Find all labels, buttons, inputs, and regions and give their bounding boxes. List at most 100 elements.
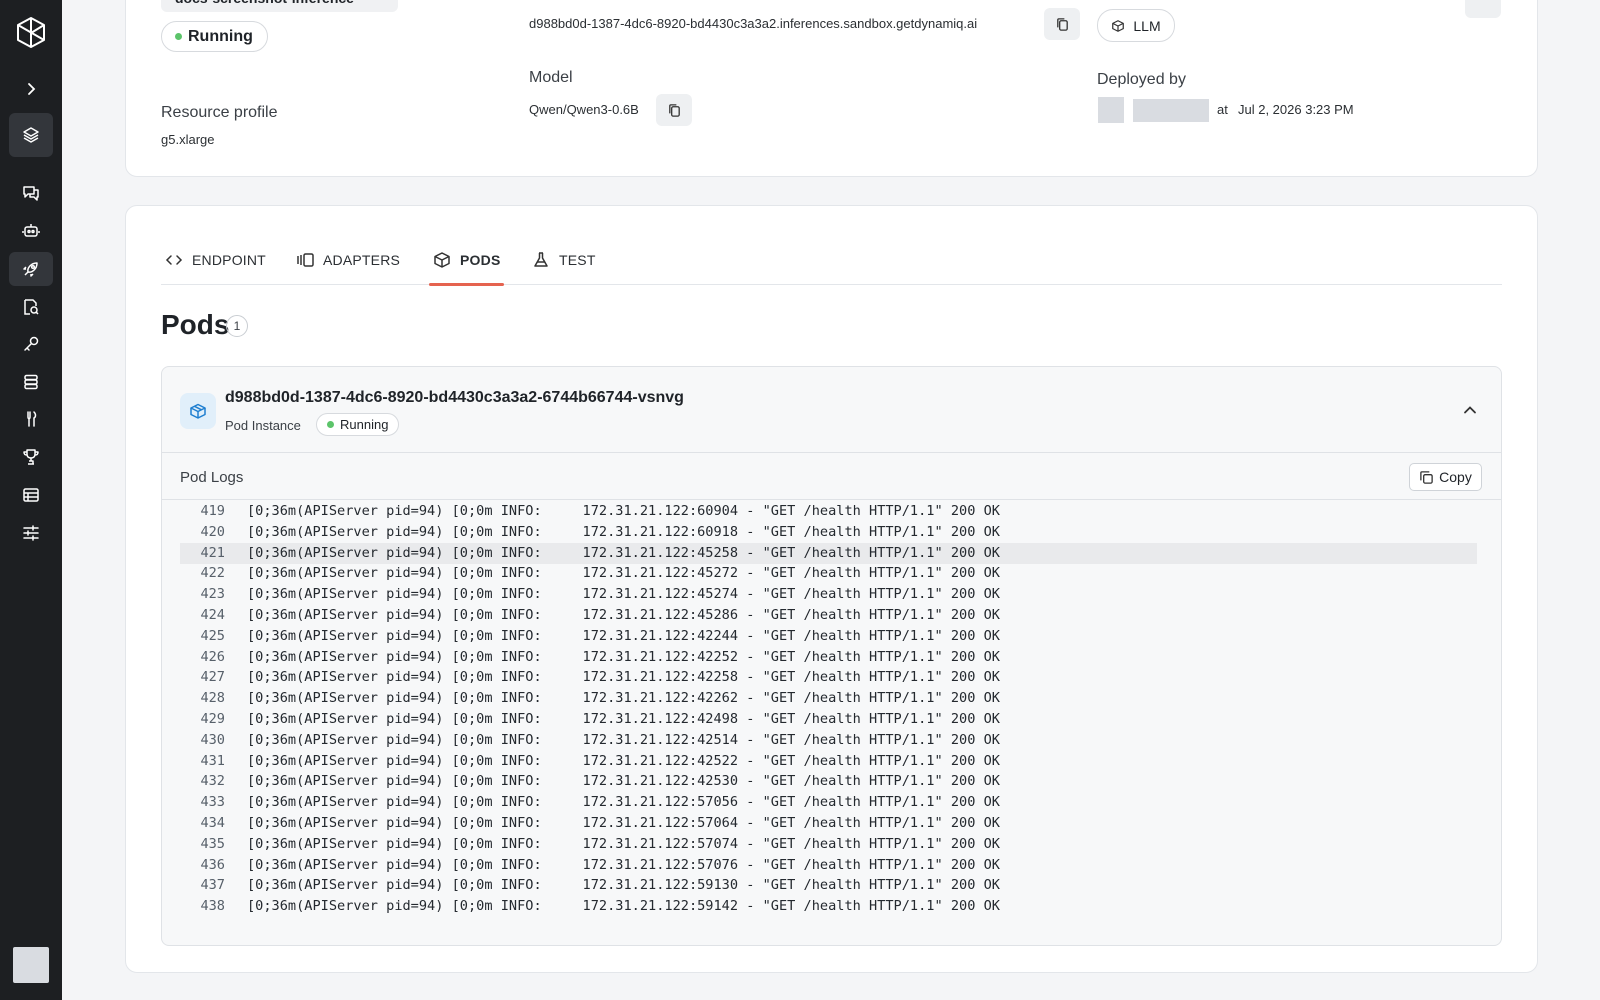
collapse-pod-button[interactable] xyxy=(1458,398,1482,422)
document-search-icon[interactable] xyxy=(9,290,53,324)
log-line-text: [0;36m(APIServer pid=94) [0;0m INFO: 172… xyxy=(247,503,1000,519)
log-line: 434 [0;36m(APIServer pid=94) [0;0m INFO: … xyxy=(180,813,1477,834)
log-line: 438 [0;36m(APIServer pid=94) [0;0m INFO: … xyxy=(180,896,1477,917)
log-line-number: 426 xyxy=(200,648,225,665)
log-line-text: [0;36m(APIServer pid=94) [0;0m INFO: 172… xyxy=(247,794,1000,811)
log-line-text: [0;36m(APIServer pid=94) [0;0m INFO: 172… xyxy=(247,773,1000,790)
model-type-label: LLM xyxy=(1133,17,1161,34)
copy-icon xyxy=(1056,17,1068,31)
pod-instance-icon xyxy=(180,393,216,429)
delete-button[interactable] xyxy=(1465,0,1501,18)
log-line-number: 430 xyxy=(200,731,225,748)
log-line-text: [0;36m(APIServer pid=94) [0;0m INFO: 172… xyxy=(247,648,1000,665)
log-line-text: [0;36m(APIServer pid=94) [0;0m INFO: 172… xyxy=(247,627,1000,644)
log-line: 433 [0;36m(APIServer pid=94) [0;0m INFO: … xyxy=(180,792,1477,813)
bot-icon[interactable] xyxy=(9,214,53,248)
log-line-number: 424 xyxy=(200,607,225,623)
copy-icon xyxy=(668,103,680,117)
model-value: Qwen/Qwen3-0.6B xyxy=(529,102,639,117)
log-line: 431 [0;36m(APIServer pid=94) [0;0m INFO: … xyxy=(180,751,1477,772)
log-line-number: 425 xyxy=(200,627,225,644)
tab-endpoint-label: ENDPOINT xyxy=(192,251,266,268)
copy-logs-button[interactable]: Copy xyxy=(1409,463,1482,491)
log-line-text: [0;36m(APIServer pid=94) [0;0m INFO: 172… xyxy=(247,898,1000,915)
log-line-text: [0;36m(APIServer pid=94) [0;0m INFO: 172… xyxy=(247,835,1000,852)
pod-subtitle: Pod Instance xyxy=(225,418,301,433)
chat-icon[interactable] xyxy=(9,176,53,210)
log-line: 424 [0;36m(APIServer pid=94) [0;0m INFO: … xyxy=(180,605,1477,626)
log-line: 432 [0;36m(APIServer pid=94) [0;0m INFO: … xyxy=(180,771,1477,792)
copy-model-button[interactable] xyxy=(656,94,692,126)
tab-adapters-label: ADAPTERS xyxy=(323,251,401,268)
status-badge: Running xyxy=(161,21,268,52)
trophy-icon[interactable] xyxy=(9,440,53,474)
deployed-at-value: Jul 2, 2026 3:23 PM xyxy=(1238,102,1354,117)
log-line: 419 [0;36m(APIServer pid=94) [0;0m INFO: … xyxy=(180,501,1477,522)
key-icon[interactable] xyxy=(9,327,53,361)
log-line: 423 [0;36m(APIServer pid=94) [0;0m INFO: … xyxy=(180,584,1477,605)
log-line: 430 [0;36m(APIServer pid=94) [0;0m INFO: … xyxy=(180,730,1477,751)
redacted-user-name xyxy=(1133,99,1209,122)
status-dot-icon xyxy=(175,33,182,40)
log-line-text: [0;36m(APIServer pid=94) [0;0m INFO: 172… xyxy=(247,690,1000,707)
pod-logs-title: Pod Logs xyxy=(180,469,244,486)
tab-test-label: TEST xyxy=(559,251,596,268)
pod-card: d988bd0d-1387-4dc6-8920-bd4430c3a3a2-674… xyxy=(161,366,1502,946)
log-line: 420 [0;36m(APIServer pid=94) [0;0m INFO: … xyxy=(180,522,1477,543)
log-line-text: [0;36m(APIServer pid=94) [0;0m INFO: 172… xyxy=(247,544,1000,561)
model-type-badge: LLM xyxy=(1097,9,1175,42)
sliders-icon[interactable] xyxy=(9,516,53,550)
pod-status-label: Running xyxy=(340,417,389,432)
log-line-number: 438 xyxy=(200,898,225,915)
log-line-text: [0;36m(APIServer pid=94) [0;0m INFO: 172… xyxy=(247,607,1000,623)
log-line-text: [0;36m(APIServer pid=94) [0;0m INFO: 172… xyxy=(247,731,1000,748)
log-line-number: 431 xyxy=(200,752,225,769)
tools-icon[interactable] xyxy=(9,402,53,436)
user-avatar[interactable] xyxy=(13,947,49,983)
tab-test[interactable]: TEST xyxy=(532,240,596,285)
log-line: 429 [0;36m(APIServer pid=94) [0;0m INFO: … xyxy=(180,709,1477,730)
chevron-right-icon[interactable] xyxy=(9,72,53,106)
log-line-number: 434 xyxy=(200,815,225,831)
copy-icon xyxy=(1420,470,1433,484)
model-label: Model xyxy=(529,69,573,86)
layers-icon[interactable] xyxy=(9,113,53,157)
pod-logs-viewer[interactable]: 419 [0;36m(APIServer pid=94) [0;0m INFO: … xyxy=(162,501,1501,945)
avatar xyxy=(1098,97,1124,123)
cube-icon xyxy=(434,251,450,268)
tab-adapters[interactable]: ADAPTERS xyxy=(296,240,400,285)
copy-logs-label: Copy xyxy=(1439,469,1472,485)
log-line-text: [0;36m(APIServer pid=94) [0;0m INFO: 172… xyxy=(247,565,1000,582)
tab-endpoint[interactable]: ENDPOINT xyxy=(165,240,266,285)
log-line: 435 [0;36m(APIServer pid=94) [0;0m INFO: … xyxy=(180,834,1477,855)
resource-profile-label: Resource profile xyxy=(161,104,278,121)
pod-logs-header: Pod Logs Copy xyxy=(162,453,1501,500)
log-line-text: [0;36m(APIServer pid=94) [0;0m INFO: 172… xyxy=(247,711,1000,727)
flask-icon xyxy=(534,251,548,267)
log-line: 436 [0;36m(APIServer pid=94) [0;0m INFO: … xyxy=(180,855,1477,876)
code-icon xyxy=(165,254,183,265)
log-line-text: [0;36m(APIServer pid=94) [0;0m INFO: 172… xyxy=(247,856,1000,873)
log-line-number: 435 xyxy=(200,835,225,852)
pod-header[interactable]: d988bd0d-1387-4dc6-8920-bd4430c3a3a2-674… xyxy=(162,367,1501,453)
log-line: 427 [0;36m(APIServer pid=94) [0;0m INFO: … xyxy=(180,667,1477,688)
pods-count-badge: 1 xyxy=(226,315,248,337)
log-line-number: 422 xyxy=(200,565,225,582)
database-icon[interactable] xyxy=(9,365,53,399)
dynamiq-logo-icon[interactable] xyxy=(14,15,48,49)
copy-endpoint-button[interactable] xyxy=(1044,8,1080,40)
tab-pods[interactable]: PODS xyxy=(428,240,506,286)
table-icon[interactable] xyxy=(9,478,53,512)
log-line-number: 421 xyxy=(200,544,225,561)
chevron-up-icon xyxy=(1464,406,1476,414)
pod-name: d988bd0d-1387-4dc6-8920-bd4430c3a3a2-674… xyxy=(225,389,684,406)
deployed-by-label: Deployed by xyxy=(1097,71,1186,88)
page-title: Pods xyxy=(161,309,230,340)
log-line: 425 [0;36m(APIServer pid=94) [0;0m INFO: … xyxy=(180,626,1477,647)
tab-pods-label: PODS xyxy=(460,251,501,268)
adapters-icon xyxy=(297,252,314,267)
endpoint-url: d988bd0d-1387-4dc6-8920-bd4430c3a3a2.inf… xyxy=(529,16,978,31)
rocket-icon[interactable] xyxy=(9,252,53,286)
log-line: 421 [0;36m(APIServer pid=94) [0;0m INFO: … xyxy=(180,542,1477,564)
log-line: 426 [0;36m(APIServer pid=94) [0;0m INFO: … xyxy=(180,647,1477,668)
